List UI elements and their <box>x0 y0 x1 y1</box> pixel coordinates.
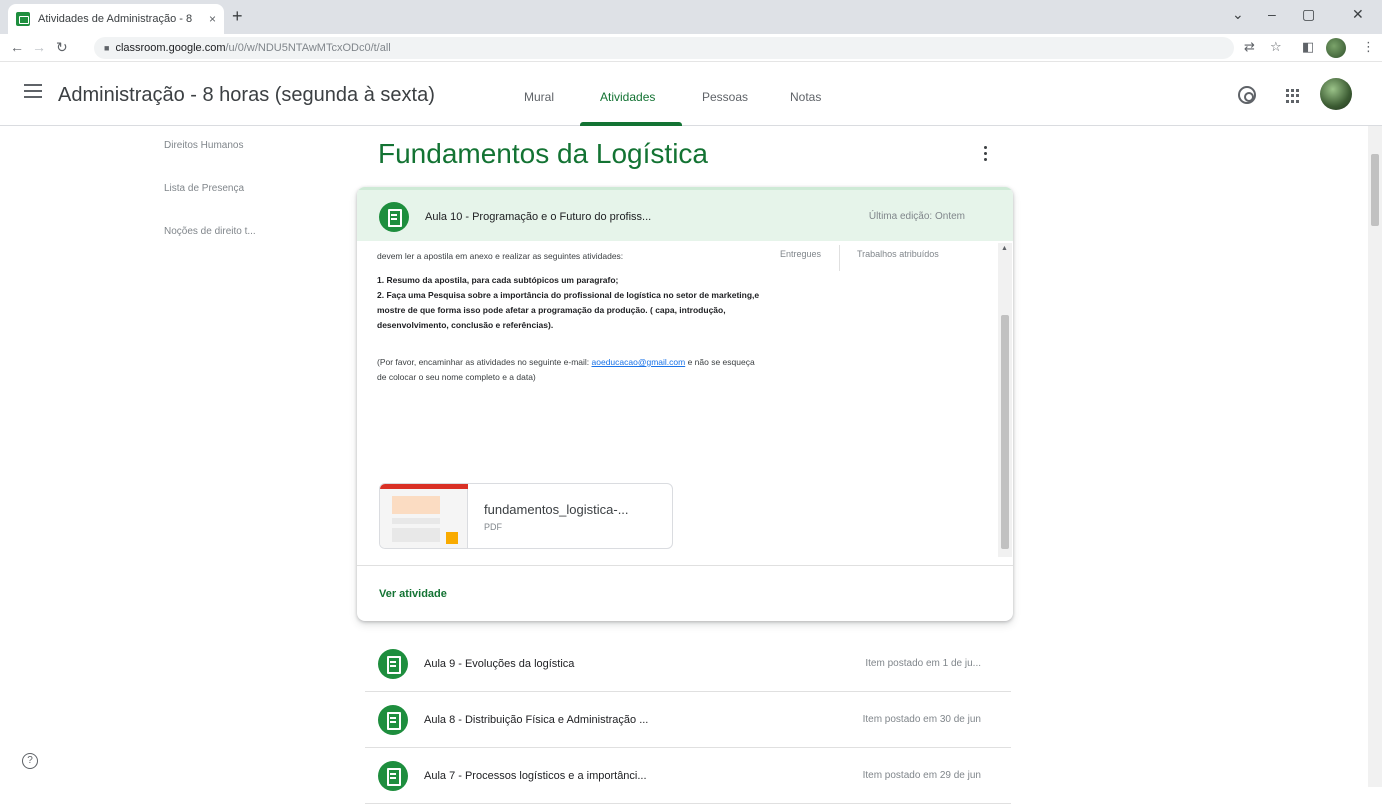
browser-tab-strip: Atividades de Administração - 8 × + ⌄ – … <box>0 0 1382 34</box>
assignment-description: devem ler a apostila em anexo e realizar… <box>377 249 762 385</box>
tab-search-icon[interactable]: ⌄ <box>1232 6 1244 23</box>
scroll-up-arrow-icon[interactable]: ▲ <box>1001 245 1008 252</box>
assignment-meta: Última edição: Ontem <box>868 211 965 222</box>
tab-title: Atividades de Administração - 8 <box>38 13 193 25</box>
classroom-header: Administração - 8 horas (segunda à sexta… <box>0 62 1382 126</box>
description-intro: devem ler a apostila em anexo e realizar… <box>377 251 624 261</box>
view-assignment-link[interactable]: Ver atividade <box>379 588 447 600</box>
stat-divider <box>839 245 840 271</box>
tab-notas[interactable]: Notas <box>790 90 821 104</box>
attachment-card[interactable]: fundamentos_logistica-... PDF <box>379 483 673 549</box>
assignment-icon <box>379 202 409 232</box>
section-title: Fundamentos da Logística <box>378 138 708 169</box>
topic-link[interactable]: Direitos Humanos <box>164 140 243 151</box>
attachment-name: fundamentos_logistica-... <box>484 502 629 517</box>
browser-profile-avatar[interactable] <box>1326 38 1346 58</box>
window-close-icon[interactable]: ✕ <box>1352 6 1364 23</box>
description-item-1: 1. Resumo da apostila, para cada subtópi… <box>377 275 619 285</box>
assigned-count-label[interactable]: Trabalhos atribuídos <box>857 249 939 259</box>
assignment-row-date: Item postado em 29 de jun <box>862 770 981 781</box>
page-scrollbar-thumb[interactable] <box>1371 154 1379 226</box>
tab-mural[interactable]: Mural <box>524 90 554 104</box>
tab-pessoas[interactable]: Pessoas <box>702 90 748 104</box>
attachment-type: PDF <box>484 522 502 532</box>
section-more-options-icon[interactable] <box>984 146 988 164</box>
pdf-thumbnail <box>380 484 468 548</box>
address-bar[interactable]: ■ classroom.google.com/u/0/w/NDU5NTAwMTc… <box>94 37 1234 59</box>
assignment-row-title: Aula 8 - Distribuição Física e Administr… <box>424 714 649 726</box>
assignment-row-date: Item postado em 1 de ju... <box>865 658 981 669</box>
tab-close-icon[interactable]: × <box>209 12 216 26</box>
url-path: /u/0/w/NDU5NTAwMTcxODc0/t/all <box>225 42 391 54</box>
assignment-row-title: Aula 7 - Processos logísticos e a import… <box>424 770 647 782</box>
reload-icon[interactable]: ↻ <box>56 39 68 56</box>
course-title[interactable]: Administração - 8 horas (segunda à sexta… <box>58 84 435 107</box>
assignment-icon <box>378 705 408 735</box>
forward-icon[interactable]: → <box>32 39 46 55</box>
active-tab-indicator <box>580 122 682 126</box>
back-icon[interactable]: ← <box>10 39 24 55</box>
tab-atividades[interactable]: Atividades <box>600 90 655 104</box>
hamburger-menu-icon[interactable] <box>24 84 42 98</box>
assignment-row-date: Item postado em 30 de jun <box>862 714 981 725</box>
classroom-favicon-icon <box>16 12 30 26</box>
description-item-2: 2. Faça uma Pesquisa sobre a importância… <box>377 290 760 330</box>
description-note: (Por favor, encaminhar as atividades no … <box>377 357 590 367</box>
url-host: classroom.google.com <box>115 42 226 54</box>
minimize-icon[interactable]: – <box>1268 6 1276 22</box>
browser-menu-icon[interactable]: ⋮ <box>1362 39 1375 55</box>
topic-link[interactable]: Lista de Presença <box>164 183 244 194</box>
translate-icon[interactable]: ⇄ <box>1244 39 1255 55</box>
assignment-row[interactable]: Aula 9 - Evoluções da logística Item pos… <box>365 636 1011 692</box>
delivered-count-label[interactable]: Entregues <box>780 249 821 259</box>
lock-icon: ■ <box>104 43 110 53</box>
google-apps-icon[interactable] <box>1286 89 1300 103</box>
bookmark-star-icon[interactable]: ☆ <box>1270 39 1282 55</box>
account-avatar[interactable] <box>1320 78 1352 110</box>
card-footer: Ver atividade <box>357 565 1013 621</box>
assignment-icon <box>378 649 408 679</box>
sidepanel-icon[interactable]: ◧ <box>1302 39 1314 55</box>
assignment-title[interactable]: Aula 10 - Programação e o Futuro do prof… <box>425 211 651 223</box>
new-tab-icon[interactable]: + <box>232 6 243 27</box>
browser-toolbar: ← → ↻ ■ classroom.google.com/u/0/w/NDU5N… <box>0 34 1382 62</box>
settings-gear-icon[interactable] <box>1238 86 1256 104</box>
maximize-icon[interactable]: ▢ <box>1302 6 1315 23</box>
browser-tab[interactable]: Atividades de Administração - 8 × <box>8 4 224 34</box>
topic-link[interactable]: Noções de direito t... <box>164 226 256 237</box>
expanded-assignment-card: Aula 10 - Programação e o Futuro do prof… <box>357 187 1013 621</box>
assignment-row[interactable]: Aula 8 - Distribuição Física e Administr… <box>365 692 1011 748</box>
email-link[interactable]: aoeducacao@gmail.com <box>592 357 686 367</box>
assignment-row[interactable]: Aula 7 - Processos logísticos e a import… <box>365 748 1011 804</box>
card-scrollbar-thumb[interactable] <box>1001 315 1009 549</box>
assignment-row-title: Aula 9 - Evoluções da logística <box>424 658 575 670</box>
card-header[interactable]: Aula 10 - Programação e o Futuro do prof… <box>357 187 1013 241</box>
help-icon[interactable]: ? <box>22 753 38 769</box>
